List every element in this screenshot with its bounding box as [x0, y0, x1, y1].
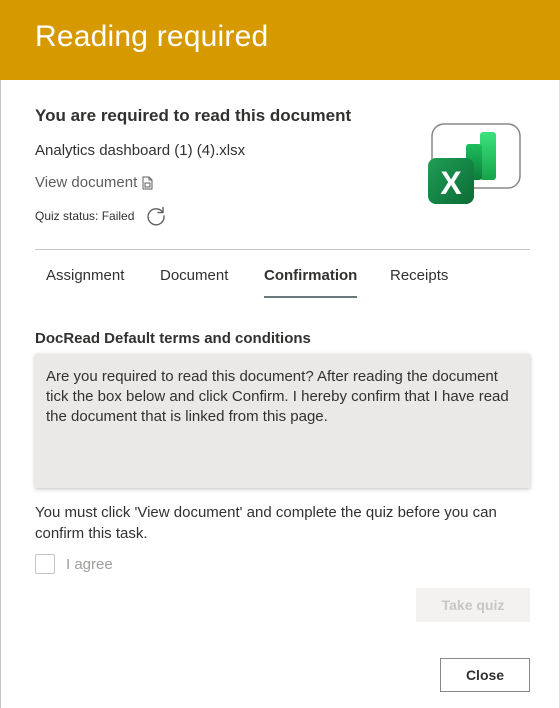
panel-title: Reading required	[35, 20, 269, 53]
document-preview-icon	[142, 176, 153, 189]
tab-confirmation[interactable]: Confirmation	[264, 258, 358, 298]
tab-receipts-label: Receipts	[390, 267, 449, 284]
active-tab-indicator	[264, 296, 358, 298]
confirmation-notice: You must click 'View document' and compl…	[35, 504, 497, 542]
agree-checkbox[interactable]	[35, 554, 55, 574]
tab-confirmation-label: Confirmation	[264, 267, 358, 284]
tab-document-label: Document	[160, 267, 229, 284]
tab-assignment[interactable]: Assignment	[46, 258, 124, 298]
view-document-link[interactable]: View document	[35, 174, 154, 191]
tab-document[interactable]: Document	[160, 258, 228, 298]
view-document-label: View document	[35, 174, 138, 191]
panel-left-border	[0, 0, 1, 708]
close-button[interactable]: Close	[440, 658, 530, 692]
svg-text:X: X	[440, 165, 462, 201]
refresh-icon[interactable]	[145, 205, 167, 227]
excel-icon: X	[428, 123, 521, 204]
agree-label: I agree	[66, 555, 113, 573]
tab-receipts[interactable]: Receipts	[390, 258, 448, 298]
take-quiz-button[interactable]: Take quiz	[416, 588, 530, 622]
section-divider	[35, 249, 530, 250]
document-heading: You are required to read this document	[35, 106, 352, 125]
terms-title: DocRead Default terms and conditions	[35, 330, 311, 347]
quiz-status-text: Quiz status: Failed	[35, 209, 135, 223]
tab-assignment-label: Assignment	[46, 267, 125, 284]
agree-option[interactable]: I agree	[35, 554, 113, 574]
terms-body: Are you required to read this document? …	[35, 354, 530, 488]
quiz-status: Quiz status: Failed	[35, 205, 167, 227]
panel-header: Reading required	[0, 0, 560, 80]
document-name: Analytics dashboard (1) (4).xlsx	[35, 142, 246, 159]
